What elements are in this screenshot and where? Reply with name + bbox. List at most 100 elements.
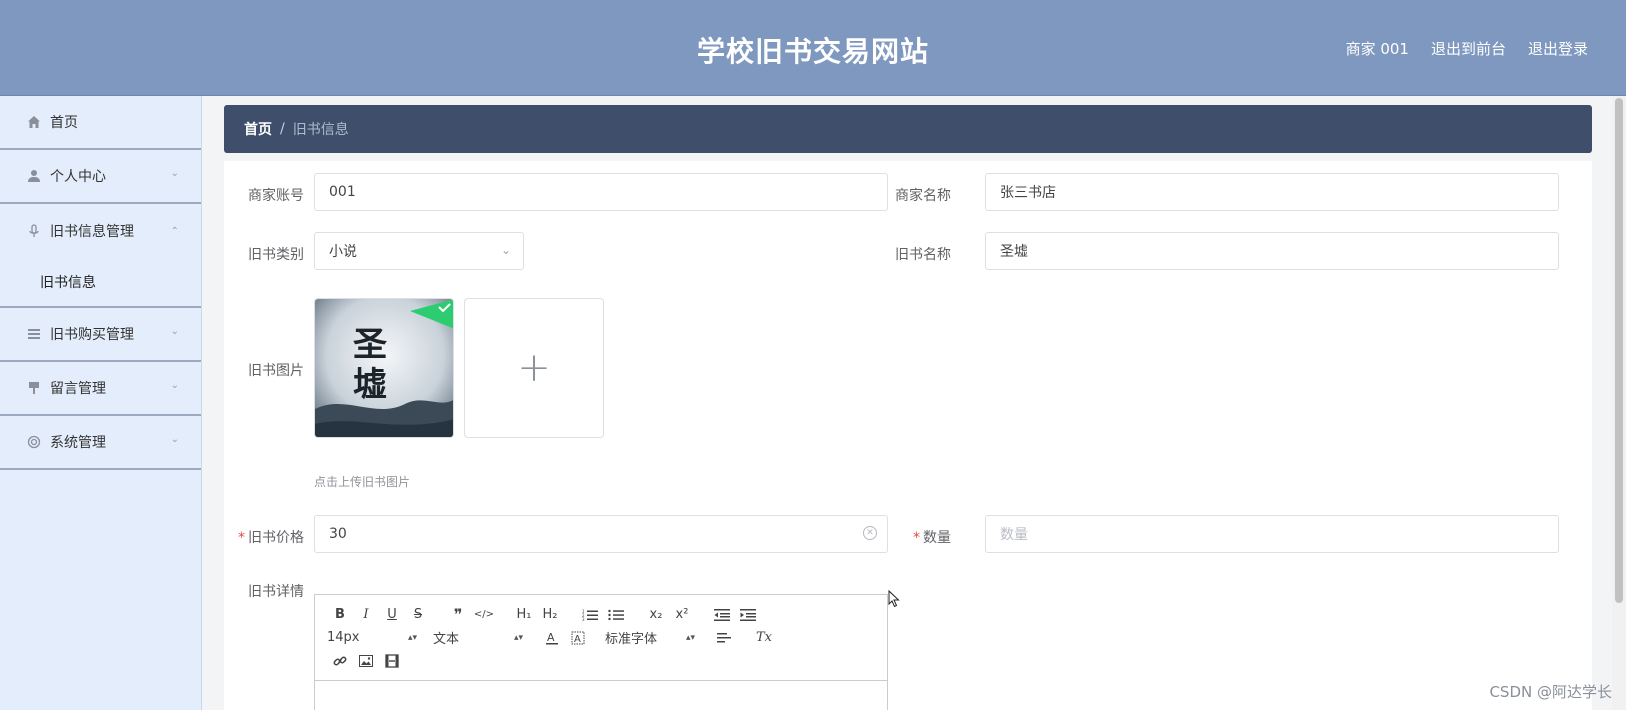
required-mark: * [238,530,245,546]
mouse-cursor-icon [888,589,900,612]
price-input[interactable]: 30 ✕ [314,515,888,553]
category-label: 旧书类别 [248,247,304,263]
top-header: 学校旧书交易网站 商家 001 退出到前台 退出登录 [0,0,1626,96]
bullet-list-icon[interactable] [603,604,629,626]
sidebar-item-book-info-management[interactable]: 旧书信息管理 ⌃ [0,204,201,258]
indent-icon[interactable] [735,604,761,626]
h1-button[interactable]: H₁ [511,604,537,626]
image-icon[interactable] [353,650,379,672]
link-icon[interactable] [327,650,353,672]
bold-button[interactable]: B [327,604,353,626]
sidebar-subitem-book-info[interactable]: 旧书信息 [0,258,201,308]
underline-button[interactable]: U [379,604,405,626]
sidebar: 首页 个人中心 ⌄ 旧书信息管理 ⌃ 旧书信息 旧书购买管理 ⌄ 留言管理 ⌄ [0,96,202,710]
merchant-name-input[interactable]: 张三书店 [985,173,1559,211]
quantity-placeholder: 数量 [1000,527,1028,543]
updown-icon: ▴▾ [513,632,523,643]
brush-icon [26,380,42,396]
chevron-down-icon: ⌄ [170,326,179,337]
book-image-label: 旧书图片 [248,363,304,379]
text-type-value: 文本 [433,632,460,647]
sidebar-item-label: 留言管理 [50,381,106,397]
main-content: 首页 / 旧书信息 商家账号 001 商家名称 张三书店 旧书类别 小说 ⌄ 旧… [224,105,1592,710]
breadcrumb-separator: / [280,121,285,137]
sidebar-subitem-label: 旧书信息 [40,275,96,291]
sidebar-item-label: 个人中心 [50,169,106,185]
editor-content-area[interactable] [315,681,887,710]
video-icon[interactable] [379,650,405,672]
chevron-down-icon: ⌄ [500,243,511,257]
superscript-button[interactable]: x² [669,604,695,626]
current-user-label[interactable]: 商家 001 [1346,38,1409,59]
outdent-icon[interactable] [709,604,735,626]
svg-text:A: A [574,634,581,645]
book-name-input[interactable]: 圣墟 [985,232,1559,270]
lifebuoy-icon [26,434,42,450]
home-icon [26,114,42,130]
sidebar-item-label: 首页 [50,115,78,131]
sidebar-item-personal-center[interactable]: 个人中心 ⌄ [0,150,201,204]
category-select[interactable]: 小说 ⌄ [314,232,524,270]
price-label-text: 旧书价格 [248,530,304,546]
h2-button[interactable]: H₂ [537,604,563,626]
font-family-select[interactable]: 标准字体 ▴▾ [605,628,695,647]
details-label: 旧书详情 [248,584,304,600]
svg-text:A: A [547,631,555,644]
italic-button[interactable]: I [353,604,379,626]
header-links: 商家 001 退出到前台 退出登录 [1346,38,1588,59]
editor-toolbar: B I U S ❞ </> H₁ H₂ 123 x₂ x² 14px ▴▾ 文本… [315,595,887,681]
quantity-label: * 数量 [871,527,951,547]
quantity-label-text: 数量 [923,530,951,546]
quote-button[interactable]: ❞ [445,604,471,626]
chevron-down-icon: ⌄ [170,380,179,391]
upload-image-button[interactable]: + [464,298,604,438]
price-value: 30 [329,526,347,542]
watermark: CSDN @阿达学长 [1489,683,1612,701]
sidebar-item-home[interactable]: 首页 [0,96,201,150]
svg-text:3: 3 [582,617,585,621]
sidebar-item-label: 系统管理 [50,435,106,451]
background-color-icon[interactable]: A [565,627,591,649]
logout-link[interactable]: 退出登录 [1528,38,1588,59]
quantity-input[interactable]: 数量 [985,515,1559,553]
subscript-button[interactable]: x₂ [643,604,669,626]
text-type-select[interactable]: 文本 ▴▾ [433,628,523,647]
font-color-icon[interactable]: A [539,627,565,649]
book-name-label: 旧书名称 [895,247,951,263]
merchant-account-input[interactable]: 001 [314,173,888,211]
ordered-list-icon[interactable]: 123 [577,604,603,626]
merchant-account-label: 商家账号 [248,188,304,204]
page-scrollbar[interactable] [1612,96,1626,710]
chevron-down-icon: ⌄ [170,434,179,445]
uploaded-book-cover[interactable]: 圣墟 [314,298,454,438]
sidebar-item-system-management[interactable]: 系统管理 ⌄ [0,416,201,470]
font-size-value: 14px [327,630,360,645]
back-to-front-link[interactable]: 退出到前台 [1431,38,1506,59]
list-icon [26,326,42,342]
scrollbar-thumb[interactable] [1615,98,1623,603]
chevron-up-icon: ⌃ [170,226,179,237]
book-form: 商家账号 001 商家名称 张三书店 旧书类别 小说 ⌄ 旧书名称 圣墟 旧书图… [224,161,1592,710]
merchant-account-value: 001 [329,184,356,200]
breadcrumb: 首页 / 旧书信息 [224,105,1592,153]
align-icon[interactable] [711,627,737,649]
plus-icon: + [517,345,551,391]
sidebar-item-purchase-management[interactable]: 旧书购买管理 ⌄ [0,308,201,362]
code-button[interactable]: </> [471,604,497,626]
sidebar-item-message-management[interactable]: 留言管理 ⌄ [0,362,201,416]
chevron-down-icon: ⌄ [170,168,179,179]
breadcrumb-current: 旧书信息 [292,122,349,138]
user-icon [26,168,42,184]
breadcrumb-home[interactable]: 首页 [244,119,272,139]
sidebar-item-label: 旧书购买管理 [50,327,134,343]
merchant-name-value: 张三书店 [1000,185,1056,201]
clear-format-button[interactable]: Tx [751,627,777,649]
required-mark: * [913,530,920,546]
rich-text-editor: B I U S ❞ </> H₁ H₂ 123 x₂ x² 14px ▴▾ 文本… [314,594,888,710]
updown-icon: ▴▾ [407,632,417,643]
cover-title: 圣墟 [353,325,387,405]
font-size-select[interactable]: 14px ▴▾ [327,630,417,645]
book-name-value: 圣墟 [1000,244,1028,260]
font-family-value: 标准字体 [605,632,658,647]
strike-button[interactable]: S [405,604,431,626]
